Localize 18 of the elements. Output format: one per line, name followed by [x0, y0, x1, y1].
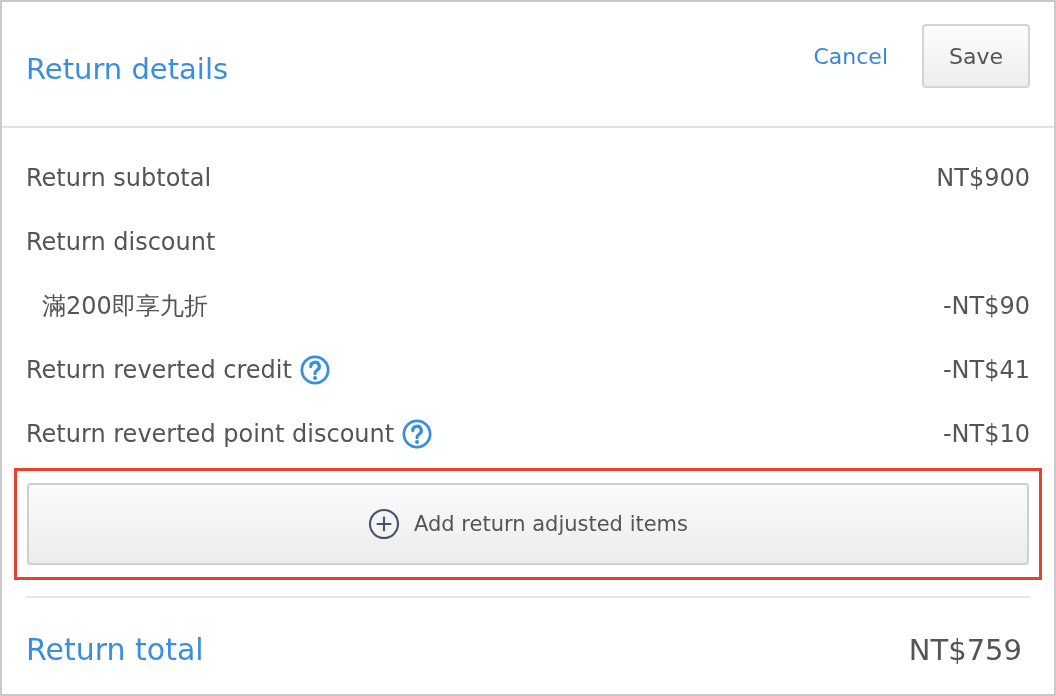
cancel-link[interactable]: Cancel	[813, 43, 888, 69]
help-icon[interactable]	[299, 355, 330, 385]
row-amount: -NT$10	[942, 420, 1030, 448]
add-items-button[interactable]: Add return adjusted items	[27, 483, 1029, 565]
row-label: Return reverted credit	[26, 356, 292, 384]
row-label: Return discount	[26, 228, 216, 256]
save-button[interactable]: Save	[922, 24, 1030, 88]
row-label: Return reverted point discount	[26, 420, 395, 448]
help-icon[interactable]	[402, 419, 433, 449]
row-label: Return subtotal	[26, 164, 212, 192]
row-amount: -NT$41	[942, 356, 1030, 384]
row-amount: NT$900	[936, 164, 1030, 192]
total-amount: NT$759	[908, 632, 1022, 667]
total-label: Return total	[26, 632, 204, 667]
panel-title: Return details	[26, 52, 229, 86]
row-amount: -NT$90	[942, 292, 1030, 320]
plus-circle-icon	[367, 508, 400, 540]
row-label: 滿200即享九折	[42, 291, 208, 322]
